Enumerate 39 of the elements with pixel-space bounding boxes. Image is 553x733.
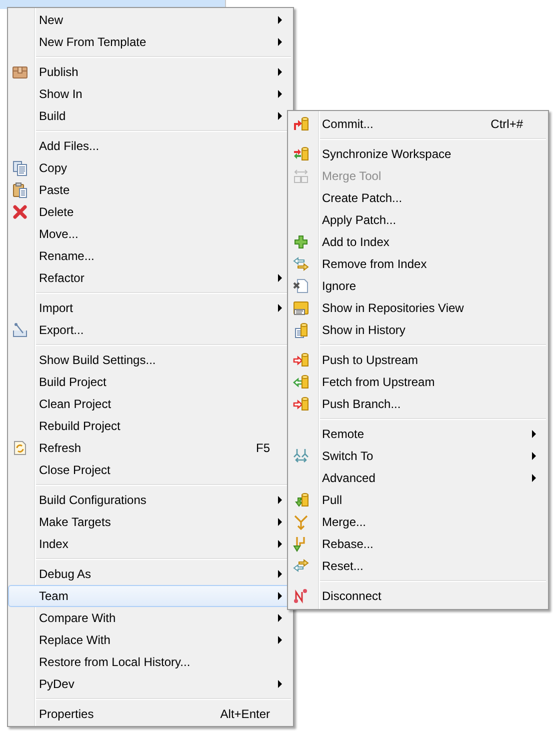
fetch-icon	[293, 374, 309, 390]
menu-item[interactable]: Advanced	[288, 467, 548, 489]
switch-icon	[293, 448, 309, 464]
menu-item[interactable]: New From Template	[8, 31, 293, 53]
menu-item[interactable]: Publish	[8, 61, 293, 83]
merge-tool-icon	[293, 168, 309, 184]
refresh-icon	[12, 440, 28, 456]
paste-icon	[12, 182, 28, 198]
menu-item[interactable]: Push to Upstream	[288, 349, 548, 371]
copy-icon	[12, 160, 28, 176]
package-icon	[12, 64, 28, 80]
menu-item[interactable]: PyDev	[8, 673, 293, 695]
merge-icon	[293, 514, 309, 530]
reset-icon	[293, 558, 309, 574]
disconnect-icon	[293, 588, 309, 604]
menu-item[interactable]: New	[8, 9, 293, 31]
menu-item[interactable]: Properties Alt+Enter	[8, 703, 293, 725]
menu-item[interactable]: Fetch from Upstream	[288, 371, 548, 393]
push-icon	[293, 352, 309, 368]
menu-item[interactable]: Restore from Local History...	[8, 651, 293, 673]
ignore-icon	[293, 278, 309, 294]
menu-item[interactable]: Show In	[8, 83, 293, 105]
menu-item[interactable]: Add to Index	[288, 231, 548, 253]
plus-icon	[293, 234, 309, 250]
commit-icon	[293, 116, 309, 132]
shortcut-text: Alt+Enter	[220, 707, 270, 721]
menu-item[interactable]: Push Branch...	[288, 393, 548, 415]
push-icon	[293, 396, 309, 412]
shortcut-text: F5	[256, 441, 270, 455]
sync-icon	[293, 146, 309, 162]
shortcut-text: Ctrl+#	[490, 117, 523, 131]
menu-item[interactable]: Replace With	[8, 629, 293, 651]
export-icon	[12, 322, 28, 338]
repository-icon	[293, 300, 309, 316]
menu-item[interactable]: Compare With	[8, 607, 293, 629]
arrows-icon	[293, 256, 309, 272]
history-icon	[293, 322, 309, 338]
delete-icon	[12, 204, 28, 220]
pull-icon	[293, 492, 309, 508]
